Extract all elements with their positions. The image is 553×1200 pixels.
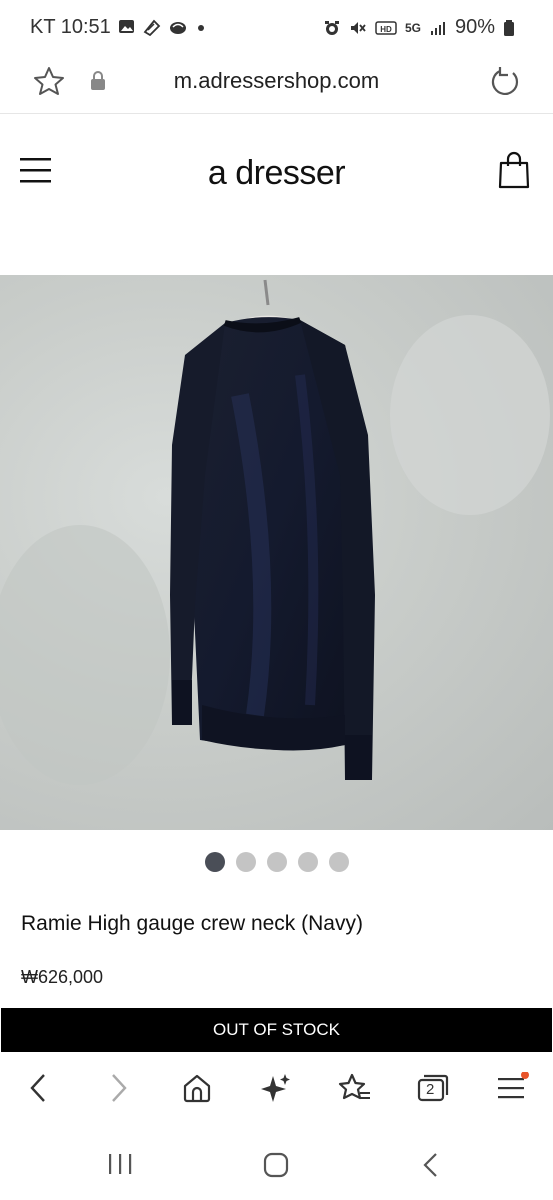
network-type-label: 5G <box>404 20 421 35</box>
sweater-illustration <box>0 279 550 785</box>
carousel-dot-5[interactable] <box>328 852 349 872</box>
svg-text:HD: HD <box>380 25 392 34</box>
url-text[interactable]: m.adressershop.com <box>0 68 553 94</box>
chevron-right-icon <box>112 1074 127 1102</box>
menu-button[interactable] <box>490 1066 534 1110</box>
home-icon <box>183 1074 211 1103</box>
data-saver-icon <box>143 19 161 36</box>
shopping-bag-icon[interactable] <box>498 151 530 194</box>
battery-percentage: 90% <box>454 16 495 38</box>
more-notifications-dot <box>198 25 204 31</box>
carousel-dot-2[interactable] <box>235 852 256 872</box>
recent-apps-icon <box>109 1154 132 1174</box>
product-name: Ramie High gauge crew neck (Navy) <box>21 912 363 935</box>
status-time: KT 10:51 <box>30 16 111 38</box>
status-bar: KT 10:51 HD 5G 90% <box>0 0 553 55</box>
system-back-button[interactable] <box>420 1152 444 1183</box>
gallery-icon <box>119 20 134 33</box>
carousel-dot-3[interactable] <box>266 852 287 872</box>
battery-icon <box>504 19 514 36</box>
bookmarks-button[interactable] <box>333 1066 377 1110</box>
back-arrow-icon <box>423 1153 437 1177</box>
system-home-button[interactable] <box>262 1152 290 1183</box>
home-pill-icon <box>263 1152 289 1178</box>
chevron-left-icon <box>30 1074 45 1102</box>
brand-logo[interactable]: a dresser <box>0 154 553 193</box>
url-bar: m.adressershop.com <box>0 55 553 114</box>
carousel-dots <box>0 852 553 872</box>
product-image[interactable] <box>0 275 553 830</box>
cloud-app-icon <box>170 22 186 34</box>
ai-sparkle-button[interactable] <box>254 1066 298 1110</box>
carousel-dot-1[interactable] <box>204 852 225 872</box>
tabs-button[interactable]: 2 <box>411 1066 455 1110</box>
star-list-icon <box>338 1073 370 1100</box>
notification-icons <box>118 18 208 36</box>
hd-icon: HD <box>375 20 397 35</box>
status-right: HD 5G 90% <box>323 16 515 39</box>
system-navigation-bar <box>0 1126 553 1200</box>
recent-apps-button[interactable] <box>106 1152 134 1181</box>
carousel-dot-4[interactable] <box>297 852 318 872</box>
menu-icon <box>498 1072 529 1099</box>
mute-icon <box>350 21 366 34</box>
product-price: ₩626,000 <box>21 967 104 987</box>
out-of-stock-button[interactable]: OUT OF STOCK <box>1 1008 552 1052</box>
back-button[interactable] <box>16 1066 60 1110</box>
reload-icon[interactable] <box>488 65 522 104</box>
browser-toolbar: 2 <box>0 1054 553 1126</box>
tabs-count: 2 <box>426 1081 435 1098</box>
site-header: a dresser <box>0 114 553 224</box>
alarm-icon <box>324 20 339 35</box>
home-button[interactable] <box>175 1066 219 1110</box>
signal-icon <box>430 21 445 35</box>
forward-button[interactable] <box>97 1066 141 1110</box>
sparkle-icon <box>261 1074 290 1102</box>
